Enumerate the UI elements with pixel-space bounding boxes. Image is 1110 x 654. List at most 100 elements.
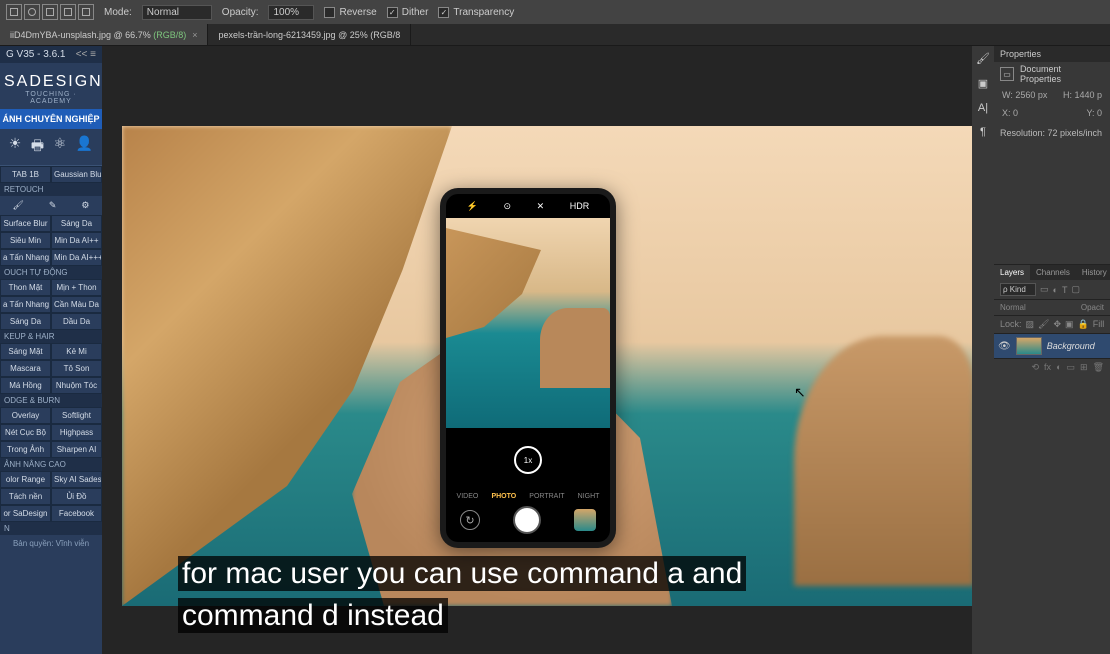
brush-panel-icon[interactable]: 🖌 xyxy=(976,52,990,65)
share-icon[interactable]: ⚛ xyxy=(54,135,67,159)
h-label: H: xyxy=(1063,90,1072,100)
gear-icon[interactable]: ⚙ xyxy=(81,200,89,211)
w-value: 2560 px xyxy=(1015,90,1047,100)
btn-can-mau-da[interactable]: Cần Màu Da xyxy=(51,296,102,313)
mode-video: VIDEO xyxy=(457,493,479,500)
opacity-label: Opacity: xyxy=(222,7,259,18)
pencil-icon[interactable]: ✎ xyxy=(49,200,57,211)
sun-icon[interactable]: ☀ xyxy=(9,135,22,159)
gradient-radial-icon[interactable] xyxy=(24,4,40,20)
h-value: 1440 p xyxy=(1074,90,1102,100)
btn-nhuom-toc[interactable]: Nhuộm Tóc xyxy=(51,377,102,394)
hdr-label: HDR xyxy=(570,201,590,211)
btn-facebook[interactable]: Facebook xyxy=(51,505,102,522)
user-icon[interactable]: 👤 xyxy=(76,135,93,159)
btn-to-son[interactable]: Tô Son xyxy=(51,360,102,377)
layers-tab[interactable]: Layers xyxy=(994,265,1030,280)
trash-icon[interactable]: 🗑 xyxy=(1093,362,1104,373)
properties-tab[interactable]: Properties xyxy=(994,46,1110,62)
btn-sharpen-ai[interactable]: Sharpen AI xyxy=(51,441,102,458)
new-layer-icon[interactable]: ⊞ xyxy=(1080,362,1088,373)
reverse-checkbox[interactable]: Reverse xyxy=(324,7,376,18)
filter-image-icon[interactable]: ▭ xyxy=(1040,284,1049,295)
btn-sadesign[interactable]: or SaDesign xyxy=(0,505,51,522)
btn-tan-nhang[interactable]: a Tấn Nhang xyxy=(0,249,51,266)
close-icon[interactable]: × xyxy=(192,30,197,40)
btn-sang-mat[interactable]: Sáng Mặt xyxy=(0,343,51,360)
btn-ma-hong[interactable]: Má Hồng xyxy=(0,377,51,394)
kind-filter[interactable] xyxy=(1000,283,1036,296)
clone-panel-icon[interactable]: ▣ xyxy=(978,77,988,90)
channels-tab[interactable]: Channels xyxy=(1030,265,1076,280)
filter-type-icon[interactable]: T xyxy=(1062,285,1068,295)
advanced-section: ẢNH NÂNG CAO xyxy=(0,458,102,471)
type-panel-icon[interactable]: A| xyxy=(978,102,988,114)
right-panels: Properties ▭ Document Properties W: 2560… xyxy=(994,46,1110,654)
btn-tan-nhang2[interactable]: a Tấn Nhang xyxy=(0,296,51,313)
zoom-indicator: 1x xyxy=(514,446,542,474)
fx-icon[interactable]: fx xyxy=(1044,362,1051,373)
paragraph-panel-icon[interactable]: ¶ xyxy=(980,126,986,138)
camera-modes: VIDEO PHOTO PORTRAIT NIGHT xyxy=(446,493,610,500)
btn-min-da-ai[interactable]: Min Da AI++ xyxy=(51,232,102,249)
panel-menu-icon[interactable]: << ≡ xyxy=(76,49,96,60)
btn-sky-ai[interactable]: Sky AI Sadesign xyxy=(51,471,102,488)
link-icon[interactable]: ⟲ xyxy=(1032,362,1040,373)
btn-sieu-min[interactable]: Siêu Min xyxy=(0,232,51,249)
lock-all-icon[interactable]: 🔒 xyxy=(1078,319,1089,330)
btn-highpass[interactable]: Highpass xyxy=(51,424,102,441)
btn-softlight[interactable]: Softlight xyxy=(51,407,102,424)
btn-ui-do[interactable]: Ủi Đồ xyxy=(51,488,102,505)
canvas-image: ⚡ ⊙ ✕ HDR 1x VIDEO PHOTO PORTRAIT NIGHT xyxy=(122,126,972,606)
filter-adjust-icon[interactable]: ◐ xyxy=(1053,285,1058,295)
lock-pixel-icon[interactable]: ▨ xyxy=(1026,319,1035,330)
btn-min-thon[interactable]: Mịn + Thon xyxy=(51,279,102,296)
layer-background[interactable]: 👁 Background xyxy=(994,334,1110,358)
makeup-section: KEUP & HAIR xyxy=(0,330,102,343)
gradient-reflected-icon[interactable] xyxy=(60,4,76,20)
brush-icon[interactable]: 🖌 xyxy=(12,200,23,211)
lock-artboard-icon[interactable]: ▣ xyxy=(1065,319,1074,330)
doc-tab-2[interactable]: pexels-trần-long-6213459.jpg @ 25% (RGB/… xyxy=(208,24,411,45)
filter-shape-icon[interactable]: ▢ xyxy=(1071,284,1080,295)
blend-mode[interactable]: Normal xyxy=(1000,303,1026,312)
btn-mascara[interactable]: Mascara xyxy=(0,360,51,377)
gradient-angle-icon[interactable] xyxy=(42,4,58,20)
print-icon[interactable]: 🖶 xyxy=(31,135,44,159)
gradient-type-icons xyxy=(6,4,94,20)
mode-select[interactable]: Normal xyxy=(142,5,212,20)
transparency-checkbox[interactable]: Transparency xyxy=(438,7,514,18)
btn-net-cuc-bo[interactable]: Nét Cục Bộ xyxy=(0,424,51,441)
layer-thumbnail xyxy=(1016,337,1042,355)
btn-dau-da[interactable]: Dầu Da xyxy=(51,313,102,330)
opacity-select[interactable]: 100% xyxy=(268,5,314,20)
mask-icon[interactable]: ◐ xyxy=(1056,362,1061,373)
dither-label: Dither xyxy=(402,7,429,18)
lock-move-icon[interactable]: ✥ xyxy=(1053,319,1061,330)
btn-tach-nen[interactable]: Tách nền xyxy=(0,488,51,505)
btn-gaussian-blur[interactable]: Gaussian Blur xyxy=(51,166,102,183)
btn-tab1b[interactable]: TAB 1B xyxy=(0,166,51,183)
btn-surface-blur[interactable]: Surface Blur xyxy=(0,215,51,232)
retouch-section: RETOUCH xyxy=(0,183,102,196)
group-icon[interactable]: ▭ xyxy=(1067,362,1076,373)
doc-tab-1[interactable]: iiD4DmYBA-unsplash.jpg @ 66.7% (RGB/8) × xyxy=(0,24,208,45)
btn-overlay[interactable]: Overlay xyxy=(0,407,51,424)
btn-sang-da2[interactable]: Sáng Da xyxy=(0,313,51,330)
y-label: Y: xyxy=(1086,108,1094,118)
btn-ke-mi[interactable]: Kẻ Mi xyxy=(51,343,102,360)
lock-brush-icon[interactable]: 🖌 xyxy=(1038,319,1049,330)
gradient-diamond-icon[interactable] xyxy=(78,4,94,20)
visibility-icon[interactable]: 👁 xyxy=(998,341,1011,352)
panel-header[interactable]: G V35 - 3.6.1 << ≡ xyxy=(0,46,102,63)
btn-min-da-ai3[interactable]: Min Da AI+++ xyxy=(51,249,102,266)
dither-checkbox[interactable]: Dither xyxy=(387,7,429,18)
btn-trong-anh[interactable]: Trong Ảnh xyxy=(0,441,51,458)
btn-color-range[interactable]: olor Range xyxy=(0,471,51,488)
btn-thon-mat[interactable]: Thon Mặt xyxy=(0,279,51,296)
history-tab[interactable]: History xyxy=(1076,265,1110,280)
gradient-linear-icon[interactable] xyxy=(6,4,22,20)
flash-off-icon: ✕ xyxy=(537,201,545,212)
brand-subtitle: TOUCHING · ACADEMY xyxy=(4,91,98,105)
btn-sang-da[interactable]: Sáng Da xyxy=(51,215,102,232)
